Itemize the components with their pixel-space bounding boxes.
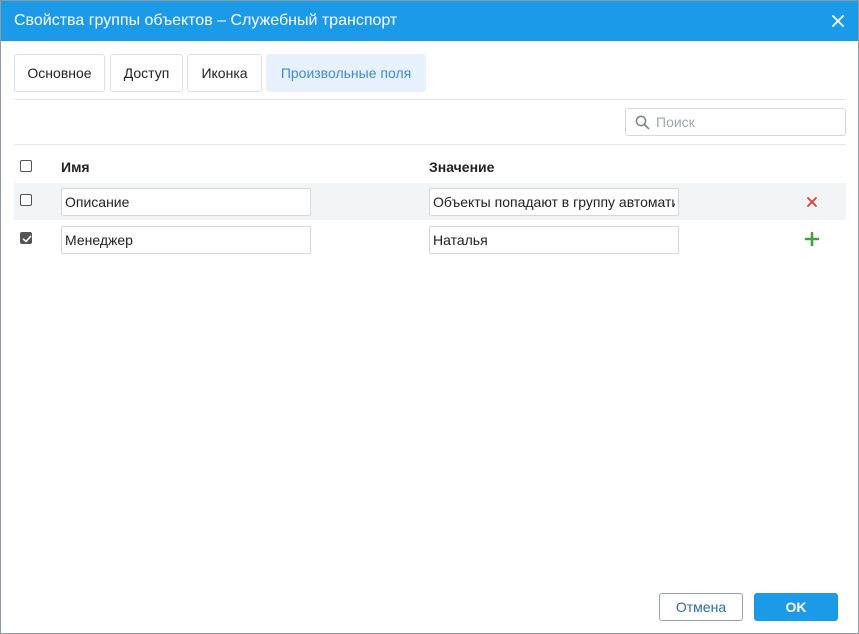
tab-access[interactable]: Доступ [110, 54, 183, 92]
close-icon[interactable] [828, 11, 848, 31]
plus-icon[interactable] [804, 231, 820, 247]
dialog-titlebar: Свойства группы объектов – Служебный тра… [1, 1, 858, 41]
cancel-button[interactable]: Отмена [659, 593, 743, 621]
row-checkbox[interactable] [20, 232, 32, 244]
toolbar-divider [14, 144, 846, 145]
field-value-input[interactable] [429, 188, 679, 216]
row-checkbox[interactable] [20, 194, 32, 206]
select-all-checkbox[interactable] [20, 160, 32, 172]
search-input[interactable] [656, 112, 841, 132]
table-row [14, 183, 846, 220]
tabs-divider [14, 99, 846, 100]
tab-icon[interactable]: Иконка [187, 54, 262, 92]
dialog-title: Свойства группы объектов – Служебный тра… [14, 12, 398, 29]
search-icon [635, 115, 650, 133]
ok-button[interactable]: OK [754, 593, 838, 621]
delete-icon[interactable] [805, 195, 821, 211]
table-row [14, 221, 846, 258]
field-name-input[interactable] [61, 226, 311, 254]
search-box [625, 108, 846, 136]
tab-general[interactable]: Основное [14, 54, 105, 92]
column-header-value: Значение [429, 159, 495, 175]
column-header-name: Имя [61, 159, 90, 175]
tab-custom-fields[interactable]: Произвольные поля [266, 54, 426, 92]
field-name-input[interactable] [61, 188, 311, 216]
properties-dialog: Свойства группы объектов – Служебный тра… [0, 0, 859, 634]
field-value-input[interactable] [429, 226, 679, 254]
